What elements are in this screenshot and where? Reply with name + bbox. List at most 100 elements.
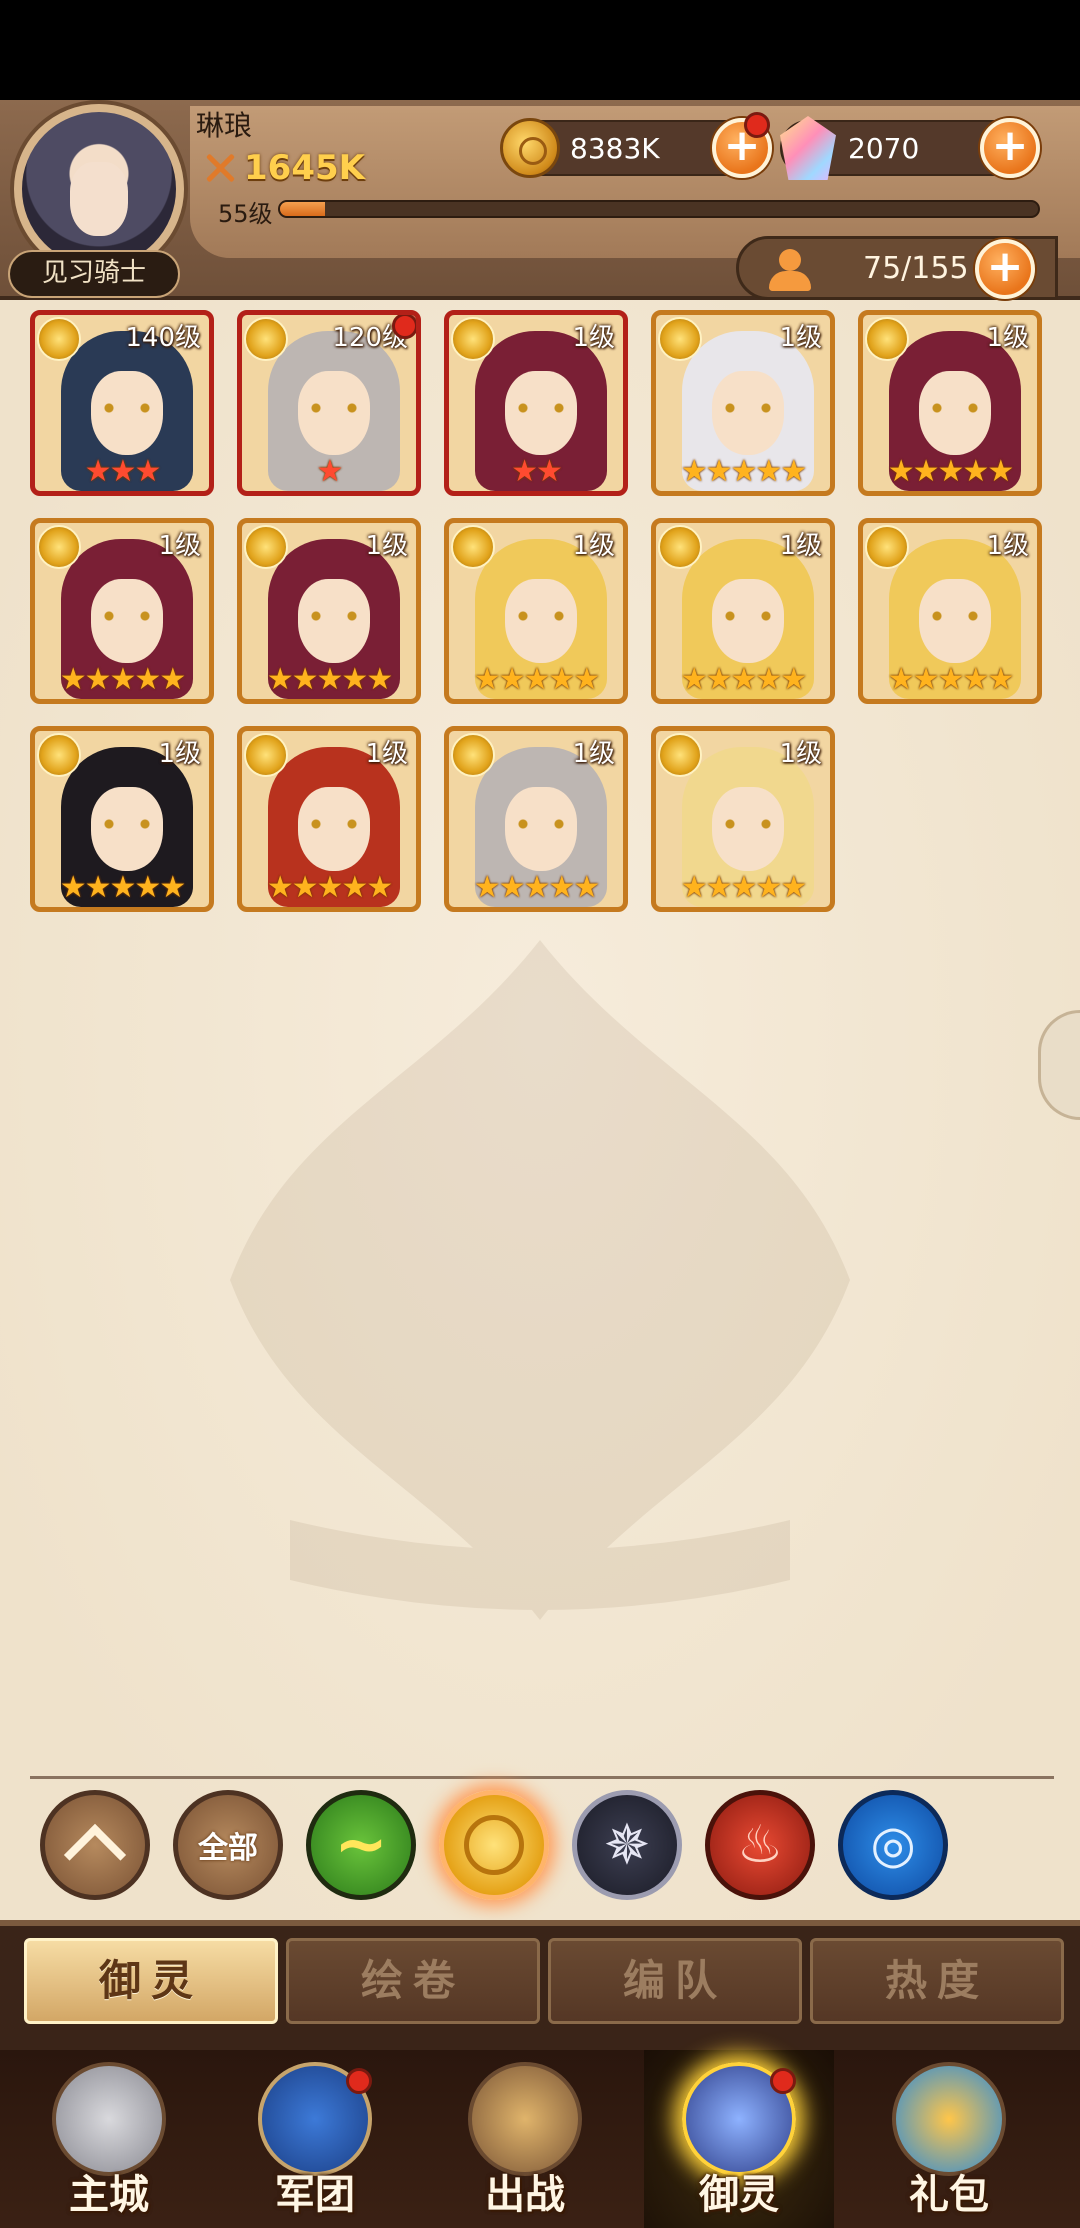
nav-legion[interactable]: 军团 <box>220 2050 410 2228</box>
gold-coin-icon <box>500 118 560 178</box>
nav-spirits[interactable]: 御灵 <box>644 2050 834 2228</box>
roster-capacity-bar: 75/155 + <box>736 236 1058 300</box>
filter-all-button[interactable]: 全部 <box>173 1790 283 1900</box>
hero-eyes <box>308 611 360 621</box>
element-filter-bar: 全部 <box>40 1790 1040 1900</box>
hero-stars: ★★★★★ <box>680 662 807 697</box>
hero-card[interactable]: 1级 ★★★★★ <box>237 518 421 704</box>
person-icon <box>767 247 813 293</box>
gift-shop-icon <box>892 2062 1006 2176</box>
hero-eyes <box>101 611 153 621</box>
player-avatar[interactable] <box>14 104 184 274</box>
hero-card[interactable]: 1级 ★★ <box>444 310 628 496</box>
player-name: 琳琅 <box>196 109 253 142</box>
hero-eyes <box>308 819 360 829</box>
hero-level: 1级 <box>986 323 1029 353</box>
gold-resource: 8383K + <box>500 112 772 178</box>
hero-grid: 140级 ★★★ 120级 ★ 1级 ★★ 1级 ★★★★★ 1级 ★★★★★ 1级 ★★★★★ 1级 ★… <box>30 310 1050 912</box>
hero-stars: ★★ <box>511 454 563 489</box>
hero-level: 1级 <box>158 531 201 561</box>
tab-popularity[interactable]: 热度 <box>810 1938 1064 2024</box>
hero-face <box>298 371 370 455</box>
rose-badge-icon <box>37 733 81 777</box>
hero-stars: ★★★★★ <box>887 662 1014 697</box>
hero-card[interactable]: 1级 ★★★★★ <box>30 518 214 704</box>
filter-fire-button[interactable] <box>705 1790 815 1900</box>
hero-face <box>91 787 163 871</box>
add-gems-button[interactable]: + <box>980 118 1040 178</box>
rose-badge-icon <box>658 733 702 777</box>
hero-eyes <box>722 819 774 829</box>
crossed-swords-icon <box>202 150 238 186</box>
hero-card[interactable]: 1级 ★★★★★ <box>651 518 835 704</box>
hero-card[interactable]: 1级 ★★★★★ <box>444 518 628 704</box>
rose-badge-icon <box>451 733 495 777</box>
filter-water-button[interactable] <box>838 1790 948 1900</box>
nav-label: 御灵 <box>699 2172 779 2218</box>
nav-label: 出战 <box>485 2172 565 2218</box>
hero-face <box>505 787 577 871</box>
hero-stars: ★ <box>316 454 344 489</box>
gem-value: 2070 <box>848 132 920 165</box>
collapse-filter-button[interactable] <box>40 1790 150 1900</box>
nav-label: 军团 <box>275 2172 355 2218</box>
filter-wind-button[interactable] <box>306 1790 416 1900</box>
roster-count: 75/155 <box>863 251 969 286</box>
avatar-face <box>70 162 128 236</box>
xp-progress-fill <box>280 202 326 216</box>
hero-stars: ★★★★★ <box>473 870 600 905</box>
nav-label: 礼包 <box>909 2172 989 2218</box>
tab-gallery[interactable]: 绘卷 <box>286 1938 540 2024</box>
nav-main-city[interactable]: 主城 <box>14 2050 204 2228</box>
hero-card[interactable]: 1级 ★★★★★ <box>651 310 835 496</box>
hero-card[interactable]: 1级 ★★★★★ <box>444 726 628 912</box>
hero-level: 1级 <box>572 739 615 769</box>
tab-spirits[interactable]: 御灵 <box>24 1938 278 2024</box>
gold-value: 8383K <box>570 132 660 165</box>
hero-stars: ★★★★★ <box>887 454 1014 489</box>
hero-eyes <box>515 403 567 413</box>
xp-progress-bar <box>278 200 1040 218</box>
hero-card[interactable]: 1级 ★★★★★ <box>651 726 835 912</box>
rose-badge-icon <box>37 525 81 569</box>
hero-level: 140级 <box>125 323 201 353</box>
hero-card[interactable]: 1级 ★★★★★ <box>237 726 421 912</box>
rose-badge-icon <box>244 317 288 361</box>
hero-card[interactable]: 1级 ★★★★★ <box>30 726 214 912</box>
hero-face <box>298 787 370 871</box>
legion-notification-dot <box>346 2068 372 2094</box>
hero-card[interactable]: 140级 ★★★ <box>30 310 214 496</box>
hero-level: 1级 <box>779 531 822 561</box>
rose-badge-icon <box>37 317 81 361</box>
nav-gift-pack[interactable]: 礼包 <box>854 2050 1044 2228</box>
hero-level: 1级 <box>779 323 822 353</box>
expand-roster-button[interactable]: + <box>975 239 1035 299</box>
nav-battle[interactable]: 出战 <box>430 2050 620 2228</box>
hero-eyes <box>101 403 153 413</box>
rose-badge-icon <box>865 317 909 361</box>
rose-badge-icon <box>244 525 288 569</box>
hero-level: 1级 <box>158 739 201 769</box>
rose-badge-icon <box>451 525 495 569</box>
filter-light-button[interactable] <box>439 1790 549 1900</box>
tab-formation[interactable]: 编队 <box>548 1938 802 2024</box>
hero-face <box>712 787 784 871</box>
filter-dark-button[interactable] <box>572 1790 682 1900</box>
hero-level: 1级 <box>572 323 615 353</box>
combat-power-value: 1645K <box>244 148 365 188</box>
hero-card[interactable]: 1级 ★★★★★ <box>858 518 1042 704</box>
hero-card[interactable]: 120级 ★ <box>237 310 421 496</box>
hero-eyes <box>101 819 153 829</box>
bottom-navigation: 主城 军团 出战 御灵 礼包 <box>0 2050 1080 2228</box>
rose-badge-icon <box>865 525 909 569</box>
player-level: 55级 <box>218 200 273 228</box>
player-title-badge[interactable]: 见习骑士 <box>8 250 180 298</box>
castle-icon <box>52 2062 166 2176</box>
hero-card[interactable]: 1级 ★★★★★ <box>858 310 1042 496</box>
hero-stars: ★★★ <box>84 454 162 489</box>
hero-stars: ★★★★★ <box>680 870 807 905</box>
hero-face <box>712 371 784 455</box>
hero-face <box>505 579 577 663</box>
hero-stars: ★★★★★ <box>59 870 186 905</box>
hero-level: 1级 <box>365 531 408 561</box>
